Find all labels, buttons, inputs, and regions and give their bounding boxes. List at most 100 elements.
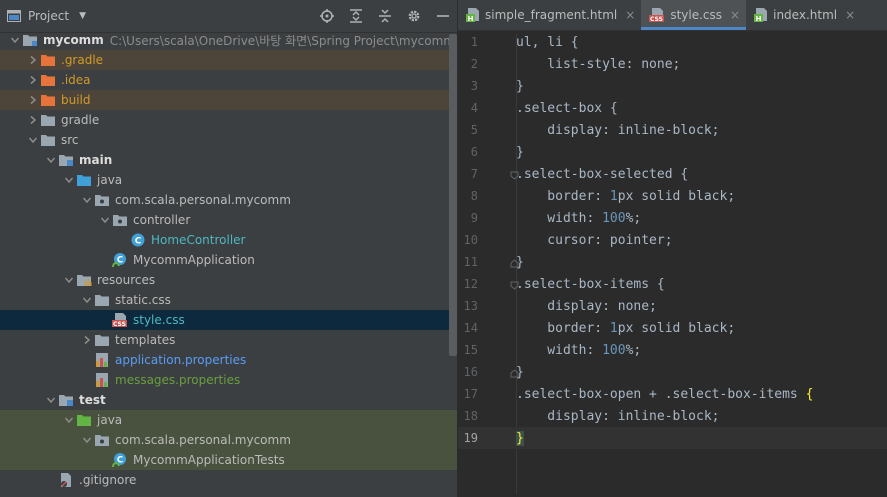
code-line[interactable]: 19} (458, 427, 887, 449)
code-text: } (516, 78, 524, 94)
code-line[interactable]: 5 display: inline-block; (458, 119, 887, 141)
chevron-down-icon[interactable] (62, 273, 76, 287)
tree-item[interactable]: C MycommApplication (0, 250, 457, 270)
code-line[interactable]: 14 border: 1px solid black; (458, 317, 887, 339)
tree-item[interactable]: java (0, 410, 457, 430)
tree-item[interactable]: main (0, 150, 457, 170)
tree-item[interactable]: com.scala.personal.mycomm (0, 190, 457, 210)
chevron-right-icon[interactable] (26, 73, 40, 87)
tree-item-path: C:\Users\scala\OneDrive\바탕 화면\Spring Pro… (109, 33, 455, 48)
chevron-down-icon[interactable] (80, 433, 94, 447)
code-line[interactable]: 17 .select-box-open + .select-box-items { (458, 383, 887, 405)
properties-icon (94, 352, 110, 368)
svg-text:CSS: CSS (650, 16, 663, 22)
tree-item-label: .gitignore (79, 473, 137, 487)
tree-scrollbar[interactable] (449, 34, 457, 356)
close-icon[interactable]: × (625, 8, 635, 22)
code-line[interactable]: 8 border: 1px solid black; (458, 185, 887, 207)
tree-item[interactable]: messages.properties (0, 370, 457, 390)
chevron-down-icon[interactable] (62, 413, 76, 427)
tree-item-label: .idea (61, 73, 91, 87)
line-number: 15 (463, 343, 478, 357)
code-line[interactable]: 10 cursor: pointer; (458, 229, 887, 251)
editor-tab-label: style.css (670, 8, 723, 22)
folder-blue-icon (76, 172, 92, 188)
code-line[interactable]: 16} (458, 361, 887, 383)
chevron-right-icon[interactable] (80, 333, 94, 347)
tree-item[interactable]: mycomm C:\Users\scala\OneDrive\바탕 화면\Spri… (0, 30, 457, 50)
gear-icon[interactable] (406, 8, 422, 24)
tree-item[interactable]: test (0, 390, 457, 410)
code-line[interactable]: 15 width: 100%; (458, 339, 887, 361)
expand-all-icon[interactable] (348, 8, 364, 24)
code-line[interactable]: 7 .select-box-selected { (458, 163, 887, 185)
chevron-down-icon[interactable] (26, 133, 40, 147)
tree-item[interactable]: C HomeController (0, 230, 457, 250)
fold-marker-icon[interactable] (510, 279, 519, 290)
tree-item[interactable]: .gitignore (0, 470, 457, 490)
locate-icon[interactable] (319, 8, 335, 24)
tree-item[interactable]: .idea (0, 70, 457, 90)
code-text: .select-box { (516, 100, 618, 116)
close-icon[interactable]: × (730, 8, 740, 22)
tree-item[interactable]: controller (0, 210, 457, 230)
fold-marker-icon[interactable] (510, 169, 519, 180)
code-line[interactable]: 9 width: 100%; (458, 207, 887, 229)
chevron-down-icon[interactable] (80, 293, 94, 307)
tree-item[interactable]: CSS style.css (0, 310, 457, 330)
line-number: 14 (463, 321, 478, 335)
tree-item[interactable]: src (0, 130, 457, 150)
html-file-icon: H (754, 8, 768, 22)
chevron-down-icon[interactable] (62, 173, 76, 187)
close-icon[interactable]: × (845, 8, 855, 22)
chevron-down-icon[interactable] (98, 213, 112, 227)
chevron-down-icon[interactable]: ▼ (79, 11, 86, 21)
tree-item[interactable]: C MycommApplicationTests (0, 450, 457, 470)
code-line[interactable]: 12 .select-box-items { (458, 273, 887, 295)
tree-item[interactable]: gradle (0, 110, 457, 130)
code-line[interactable]: 1 ul, li { (458, 31, 887, 53)
tree-item[interactable]: application.properties (0, 350, 457, 370)
code-line[interactable]: 18 display: inline-block; (458, 405, 887, 427)
chevron-down-icon[interactable] (44, 393, 58, 407)
tree-item-label: java (97, 173, 123, 187)
chevron-right-icon[interactable] (26, 53, 40, 67)
code-line[interactable]: 4 .select-box { (458, 97, 887, 119)
line-number: 13 (463, 299, 478, 313)
tree-item-label: .gradle (61, 53, 104, 67)
folder-module-icon (58, 392, 74, 408)
code-area[interactable]: 1 ul, li {2 list-style: none; 3} 4 .select-b… (458, 31, 887, 497)
code-line[interactable]: 2 list-style: none; (458, 53, 887, 75)
project-panel-title[interactable]: Project (28, 9, 69, 23)
code-line[interactable]: 6} (458, 141, 887, 163)
code-line[interactable]: 3} (458, 75, 887, 97)
tree-item-label: MycommApplication (133, 253, 255, 267)
tree-item[interactable]: java (0, 170, 457, 190)
chevron-right-icon[interactable] (26, 113, 40, 127)
fold-marker-icon[interactable] (510, 257, 519, 268)
editor-tab[interactable]: CSS style.css × (641, 0, 747, 30)
chevron-down-icon[interactable] (44, 153, 58, 167)
tree-item-label: test (79, 393, 106, 407)
tree-item[interactable]: templates (0, 330, 457, 350)
fold-marker-icon[interactable] (510, 367, 519, 378)
collapse-all-icon[interactable] (377, 8, 393, 24)
folder-orange-icon (40, 92, 56, 108)
editor-tab[interactable]: Hsimple_fragment.html × (458, 0, 641, 30)
code-line[interactable]: 11} (458, 251, 887, 273)
chevron-down-icon[interactable] (80, 193, 94, 207)
tree-item[interactable]: .gradle (0, 50, 457, 70)
properties-icon (94, 372, 110, 388)
project-panel: Project ▼ mycomm C:\Users\scala\OneDrive\… (0, 0, 457, 497)
hide-icon[interactable] (435, 8, 451, 24)
tree-item[interactable]: resources (0, 270, 457, 290)
tree-item[interactable]: com.scala.personal.mycomm (0, 430, 457, 450)
editor-tab[interactable]: Hindex.html × (746, 0, 861, 30)
tree-item[interactable]: build (0, 90, 457, 110)
chevron-right-icon[interactable] (26, 93, 40, 107)
tree-item[interactable]: static.css (0, 290, 457, 310)
code-line[interactable]: 13 display: none; (458, 295, 887, 317)
chevron-down-icon[interactable] (8, 33, 22, 47)
tree-item-label: mycomm (43, 33, 104, 47)
